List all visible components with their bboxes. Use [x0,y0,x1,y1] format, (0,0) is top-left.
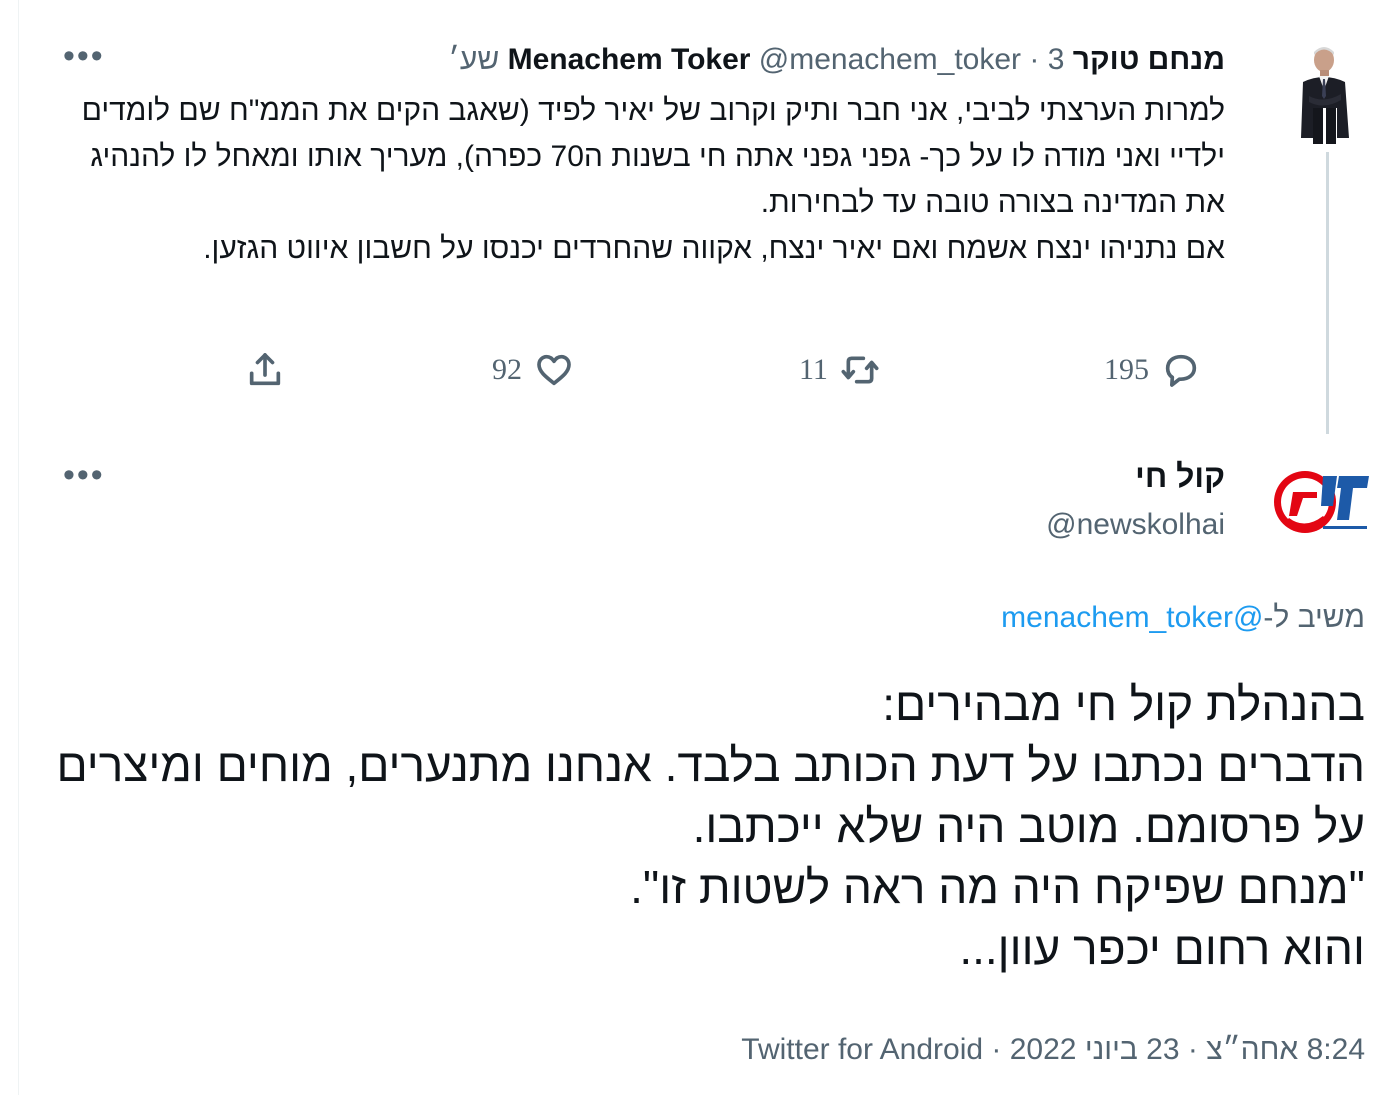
more-options-icon[interactable]: ••• [63,458,105,492]
tweet-source[interactable]: Twitter for Android [741,1033,983,1066]
header-separator: · [1029,43,1040,76]
author-avatar[interactable] [1293,38,1357,144]
share-action[interactable] [245,348,285,392]
kolhai-logo[interactable] [1271,462,1375,542]
author-name[interactable]: קול חי [1135,454,1225,498]
author-handle[interactable]: @newskolhai [1046,503,1225,547]
retweet-count: 11 [799,353,828,386]
reply-prefix: משיב ל- [1263,601,1365,634]
like-icon [537,354,571,386]
kolhai-logo-icon [1274,471,1369,533]
tweet-header: מנחם טוקר Menachem Toker @menachem_toker… [448,38,1225,82]
tweet-thread: ••• מנחם טוקר Menachem Toker @menachem_t… [18,0,1400,1095]
meta-separator: · [1187,1033,1198,1066]
meta-separator: · [991,1033,1002,1066]
reply-to-link[interactable]: @menachem_toker [1001,601,1263,634]
more-options-icon[interactable]: ••• [63,39,105,73]
like-action[interactable]: 92 [492,348,574,392]
reply-icon [1165,354,1197,387]
tweet-metadata: 8:24 אחה״צ · 23 ביוני 2022 · Twitter for… [741,1028,1365,1072]
retweet-action[interactable]: 11 [799,348,880,392]
reply-count: 195 [1104,353,1149,386]
tweet-time[interactable]: 8:24 אחה״צ [1206,1033,1365,1066]
tweet-text: בהנהלת קול חי מבהירים: הדברים נכתבו על ד… [56,678,1365,974]
reply-action[interactable]: 195 [1104,348,1201,392]
person-avatar-icon [1293,38,1357,144]
tweet-text: למרות הערצתי לביבי, אני חבר ותיק וקרוב ש… [81,94,1225,265]
share-icon [249,353,281,386]
like-count: 92 [492,353,522,386]
replying-to: משיב ל-@menachem_toker [1001,596,1365,640]
author-handle[interactable]: @menachem_toker [759,43,1021,76]
retweet-icon [841,356,879,384]
thread-connector-line [1326,152,1329,434]
tweet-date[interactable]: 23 ביוני 2022 [1010,1033,1180,1066]
